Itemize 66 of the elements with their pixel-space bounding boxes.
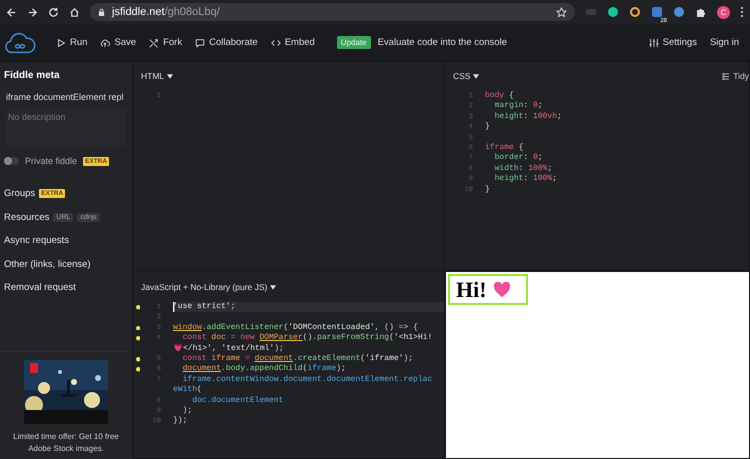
code-line: iframe { xyxy=(485,143,524,153)
address-bar[interactable]: jsfiddle.net/gh08oLbq/ xyxy=(90,3,575,21)
url-path: /gh08oLbq/ xyxy=(164,6,220,18)
description-field[interactable]: No description xyxy=(6,108,126,146)
sidebar-item[interactable]: Other (links, license) xyxy=(4,258,91,270)
code-line: const doc = new DOMParser().parseFromString('<h1>Hi! 💗</h1>', 'text/html'); xyxy=(173,333,434,354)
lock-icon xyxy=(98,8,105,16)
toolbar-button[interactable]: Run xyxy=(51,37,92,48)
code-line: } xyxy=(485,122,491,133)
caret-icon[interactable] xyxy=(270,284,276,290)
code-line: height: 100vh; xyxy=(494,112,563,122)
private-label: Private fiddle xyxy=(25,156,78,166)
forward-icon[interactable] xyxy=(27,6,38,18)
profile-avatar[interactable]: C xyxy=(717,6,730,18)
url-host: jsfiddle.net xyxy=(112,6,165,18)
toolbar-button[interactable]: Collaborate xyxy=(190,37,263,48)
cloud-logo-icon[interactable] xyxy=(4,30,36,54)
toolbar-button[interactable]: Save xyxy=(95,37,142,48)
ad-caption: Limited time offer: Get 10 free Adobe Stock images. xyxy=(12,431,120,455)
lines-icon xyxy=(722,72,730,80)
code-line: }); xyxy=(173,416,188,427)
sign-in-link[interactable]: Sign in xyxy=(704,37,744,48)
toolbar-button[interactable]: Fork xyxy=(144,37,188,48)
settings-button[interactable]: Settings xyxy=(644,37,702,48)
back-icon[interactable] xyxy=(6,6,17,18)
heart-icon xyxy=(492,282,511,298)
panel-title[interactable]: HTML xyxy=(141,71,164,81)
chat-icon xyxy=(195,38,206,48)
code-line: border: 0; xyxy=(494,153,544,164)
reload-icon[interactable] xyxy=(48,6,59,18)
puzzle-icon[interactable] xyxy=(695,6,707,18)
sidebar-item[interactable]: Async requests xyxy=(4,235,69,246)
code-line: width: 100%; xyxy=(494,164,554,174)
cloud-upload-icon xyxy=(100,38,110,48)
code-line: } xyxy=(485,184,491,196)
code-line: ); xyxy=(182,406,194,416)
toolbar-button[interactable]: Embed xyxy=(266,37,320,48)
code-line: height: 100%; xyxy=(494,174,558,185)
panel-title[interactable]: CSS xyxy=(453,71,470,81)
menu-icon[interactable] xyxy=(740,6,744,18)
home-icon[interactable] xyxy=(69,6,80,18)
code-icon xyxy=(270,38,281,48)
code-line: body { xyxy=(485,91,515,101)
code-line: doc.documentElement xyxy=(191,396,284,406)
play-icon xyxy=(56,38,66,48)
sidebar-heading: Fiddle meta xyxy=(3,70,61,81)
panel-title[interactable]: JavaScript + No-Library (pure JS) xyxy=(141,282,268,292)
code-line: window.addEventListener('DOMContentLoaded', () => { xyxy=(173,322,419,333)
update-message: Evaluate code into the console xyxy=(378,37,507,48)
code-line: 'use strict'; xyxy=(173,302,236,312)
code-line: margin: 0; xyxy=(494,101,544,112)
fork-icon xyxy=(149,38,160,48)
sidebar-item[interactable]: Groups xyxy=(4,188,36,200)
sliders-icon xyxy=(648,38,659,48)
result-heading: Hi! xyxy=(456,276,487,302)
star-icon[interactable] xyxy=(556,6,567,18)
code-line: iframe.contentWindow.document.documentElement.replaceWith( xyxy=(173,374,434,396)
private-toggle[interactable] xyxy=(4,157,19,165)
code-line: const iframe = document.createElement('iframe'); xyxy=(182,354,414,364)
sidebar-item[interactable]: Resources xyxy=(4,212,50,223)
sidebar-item[interactable]: Removal request xyxy=(4,282,76,294)
code-line: document.body.appendChild(iframe); xyxy=(182,364,347,375)
caret-icon[interactable] xyxy=(473,74,480,78)
caret-icon[interactable] xyxy=(167,74,174,78)
title-field[interactable]: iframe documentElement repl xyxy=(0,88,133,106)
tidy-button[interactable]: Tidy xyxy=(722,71,749,81)
